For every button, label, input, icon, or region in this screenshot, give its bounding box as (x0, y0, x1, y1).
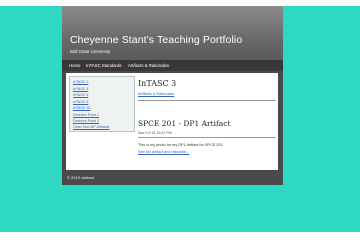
nav-item-intasc-standards[interactable]: InTASC Standards (86, 63, 122, 68)
main-navigation: Home InTASC Standards Artifacts & Ration… (62, 60, 283, 71)
sidebar-menu: InTASC 2 InTASC 3 InTASC 4 InTASC 6 InTA… (69, 76, 135, 132)
post-divider (138, 137, 276, 138)
read-more-link[interactable]: See full artifact and rationale... (138, 150, 189, 154)
post-divider (138, 100, 276, 101)
post-body-text: This is my photo for my DP1 Artifact for… (138, 143, 224, 147)
post-date: Nov 2 6:15 10:22 PM (138, 131, 172, 135)
sidebar-item-intasc-2[interactable]: InTASC 2 (73, 80, 88, 84)
copyright-text: © 2015 cdstant (67, 175, 94, 180)
sidebar-item-decision-point-2[interactable]: Decision Point 2 (73, 119, 99, 123)
sidebar-item-other-artifacts[interactable]: Other Non-DP Artifacts (73, 125, 109, 129)
site-title[interactable]: Cheyenne Stant's Teaching Portfolio (70, 34, 242, 46)
site-footer: © 2015 cdstant (62, 170, 283, 185)
post-list: InTASC 3 Artifacts & Rationales SPCE 201… (138, 73, 276, 170)
post-title-intasc-3[interactable]: InTASC 3 (138, 79, 176, 88)
content-area: InTASC 2 InTASC 3 InTASC 4 InTASC 6 InTA… (66, 73, 278, 170)
sidebar-item-intasc-3[interactable]: InTASC 3 (73, 87, 88, 91)
post-category-link[interactable]: Artifacts & Rationales (138, 92, 174, 96)
sidebar-item-intasc-4[interactable]: InTASC 4 (73, 93, 88, 97)
post-title-spce-201[interactable]: SPCE 201 - DP1 Artifact (138, 119, 231, 128)
nav-item-home[interactable]: Home (69, 63, 80, 68)
nav-item-artifacts-rationales[interactable]: Artifacts & Rationales (128, 63, 169, 68)
site-subtitle: Ball State University (70, 49, 111, 54)
sidebar-item-decision-point-1[interactable]: Decision Point 1 (73, 113, 99, 117)
sidebar-item-intasc-10[interactable]: InTASC 10 (73, 106, 90, 110)
sidebar-item-intasc-6[interactable]: InTASC 6 (73, 100, 88, 104)
site-header: Cheyenne Stant's Teaching Portfolio Ball… (62, 6, 283, 60)
page-frame: Cheyenne Stant's Teaching Portfolio Ball… (62, 6, 283, 185)
bottom-white-strip (0, 232, 360, 242)
